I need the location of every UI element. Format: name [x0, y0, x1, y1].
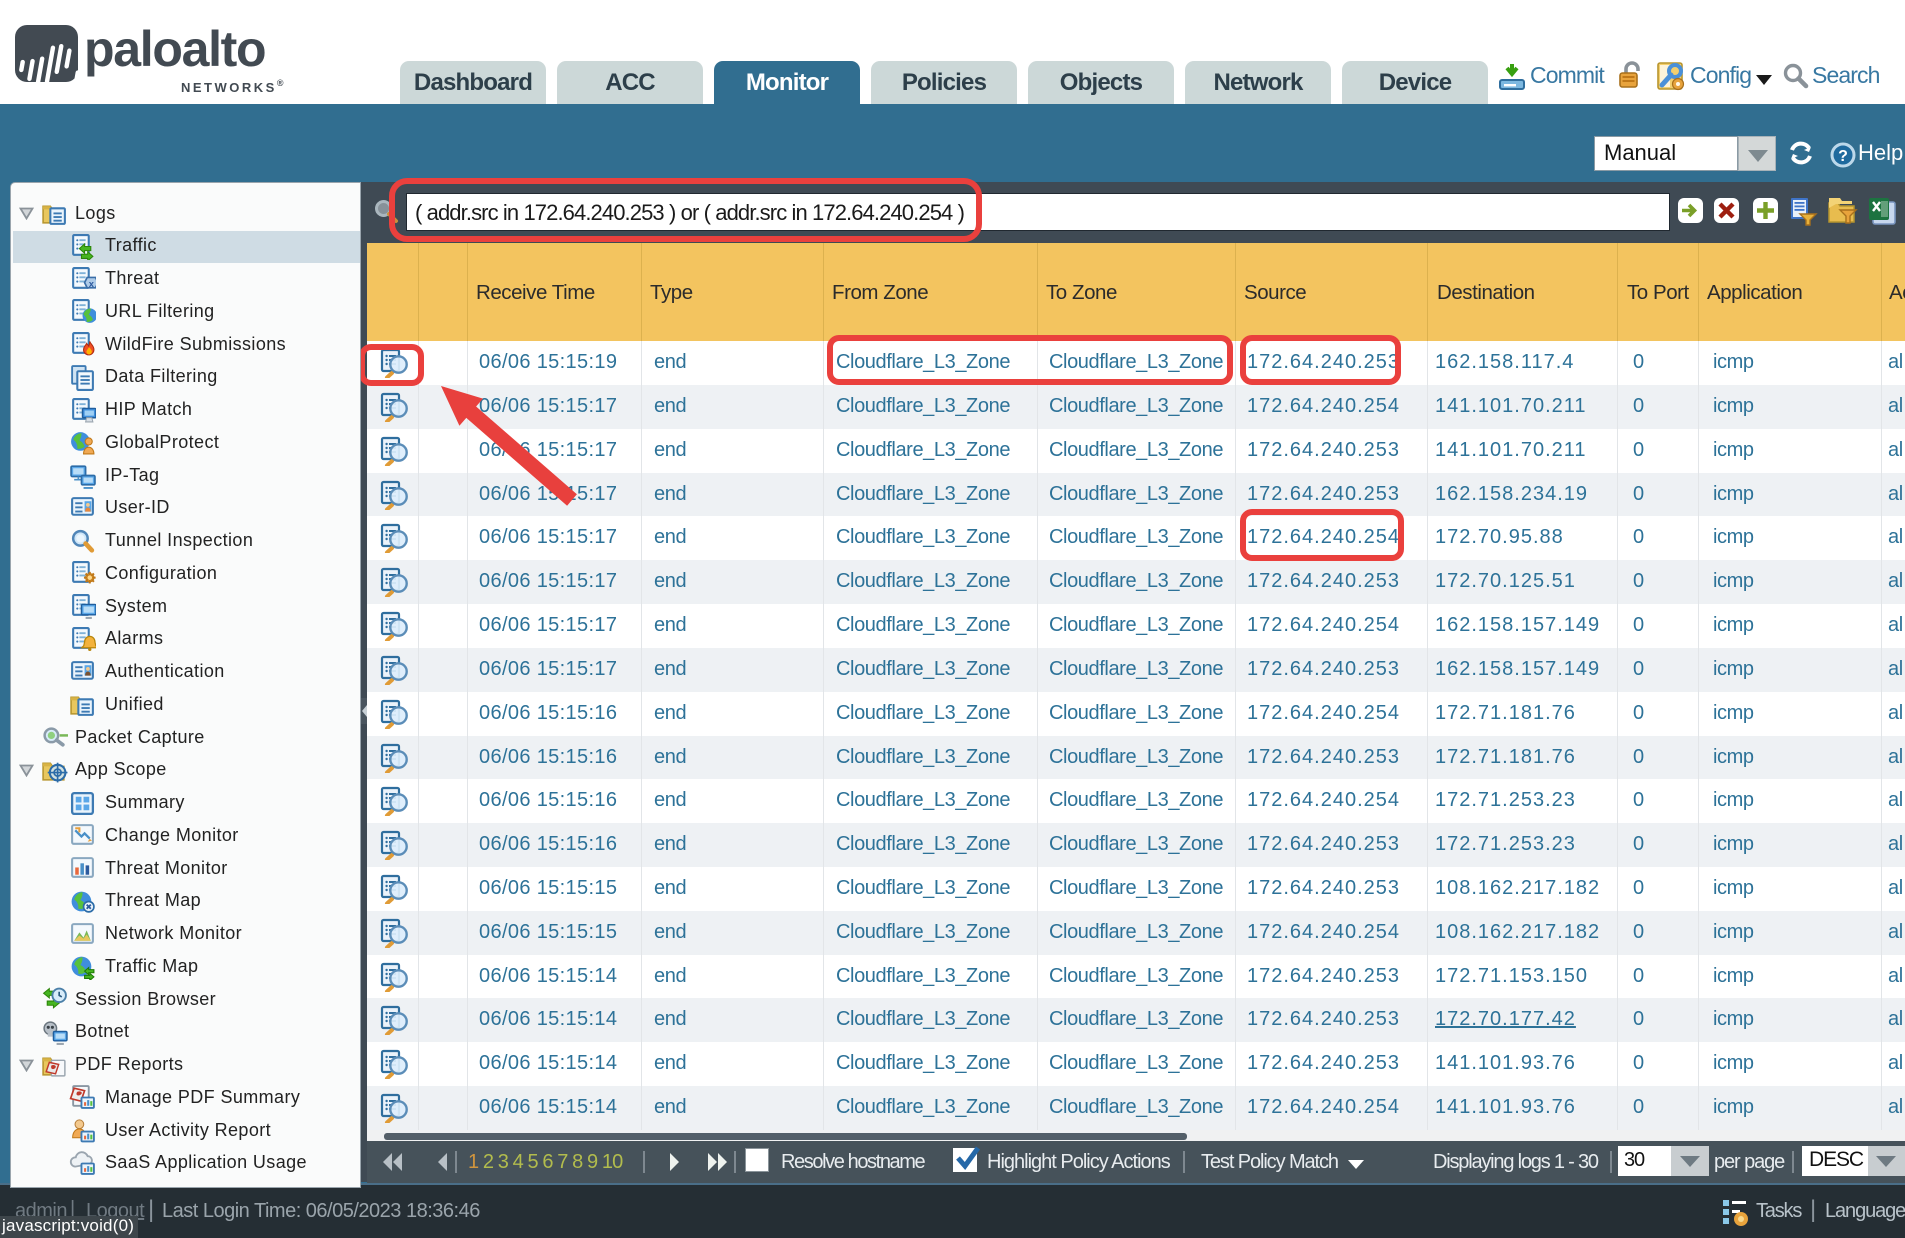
svg-text:?: ? — [1838, 148, 1848, 165]
svg-text:x: x — [89, 278, 95, 288]
